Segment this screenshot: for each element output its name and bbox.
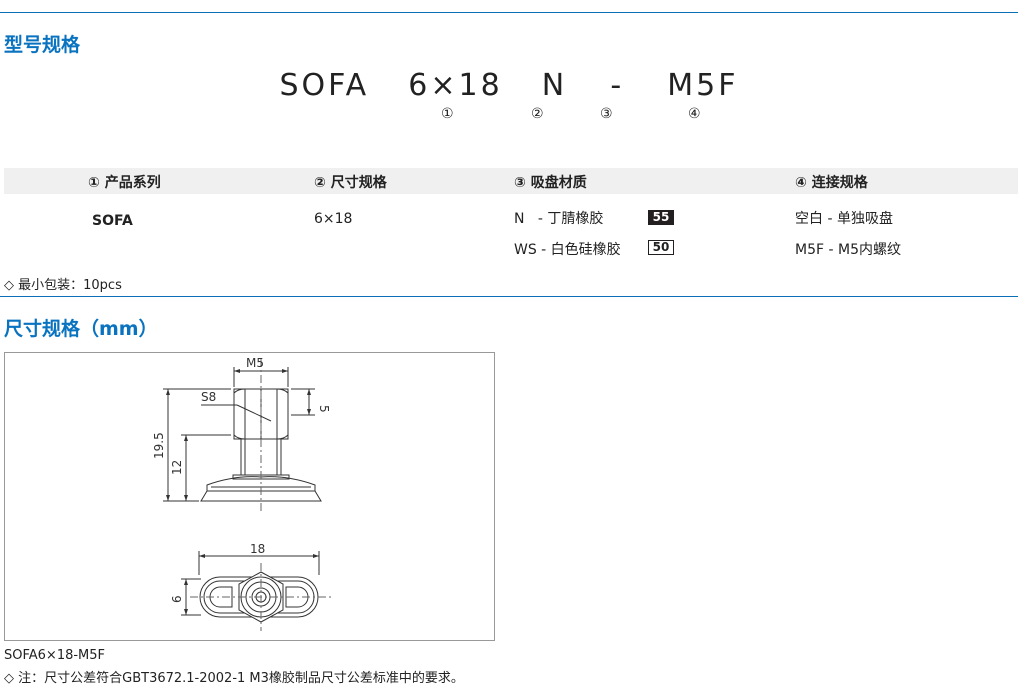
dimension-section-title: 尺寸规格（mm） (4, 318, 158, 340)
dim-18: 18 (250, 542, 265, 556)
marker-1: ① (441, 106, 454, 122)
marker-4: ④ (688, 106, 701, 122)
hardness-badge-55: 55 (648, 210, 674, 225)
header-connection: ④ 连接规格 (795, 175, 868, 191)
drawing-caption: SOFA6×18-M5F (4, 648, 106, 663)
model-material: N (541, 68, 568, 103)
model-dash: - (610, 68, 625, 103)
marker-2: ② (531, 106, 544, 122)
dimension-drawing: M5 S8 5 19.5 12 18 6 (4, 352, 495, 641)
model-section-title: 型号规格 (4, 34, 81, 56)
dim-6: 6 (170, 595, 184, 603)
dim-m5: M5 (246, 356, 264, 370)
dim-5: 5 (317, 405, 331, 413)
model-connection: M5F (667, 68, 739, 103)
dimension-drawing-svg: M5 S8 5 19.5 12 18 6 (152, 356, 331, 631)
top-rule (0, 12, 1018, 13)
connection-blank: 空白 - 单独吸盘 (795, 211, 893, 227)
series-value: SOFA (92, 213, 133, 229)
connection-m5f: M5F - M5内螺纹 (795, 242, 901, 258)
marker-3: ③ (600, 106, 613, 122)
material-ws: WS - 白色硅橡胶 (514, 242, 621, 258)
dim-12: 12 (170, 460, 184, 475)
packaging-note: ◇ 最小包装：10pcs (4, 278, 122, 293)
header-material: ③ 吸盘材质 (514, 175, 587, 191)
tolerance-footnote: ◇ 注：尺寸公差符合GBT3672.1-2002-1 M3橡胶制品尺寸公差标准中… (4, 671, 464, 686)
header-size: ② 尺寸规格 (314, 175, 387, 191)
material-n: N - 丁腈橡胶 (514, 211, 604, 227)
model-size: 6×18 (408, 68, 503, 103)
header-series: ① 产品系列 (88, 175, 161, 191)
mid-rule (0, 296, 1018, 297)
model-code: SOFA 6×18 N - M5F (0, 68, 1018, 103)
model-series: SOFA (279, 68, 370, 103)
size-value: 6×18 (314, 211, 353, 227)
dim-s8: S8 (201, 390, 216, 404)
hardness-badge-50: 50 (648, 240, 674, 255)
dim-19-5: 19.5 (152, 432, 166, 459)
